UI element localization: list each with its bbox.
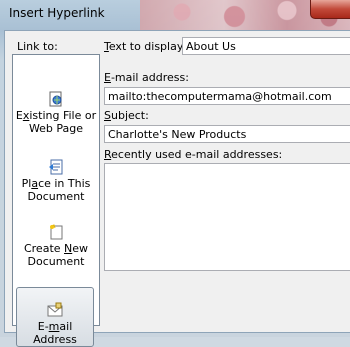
dialog-client-area: Link to: Existing File or Web Page Place… bbox=[4, 30, 350, 347]
email-icon bbox=[47, 302, 63, 318]
link-to-places-bar: Existing File or Web Page Place in This … bbox=[12, 54, 100, 347]
globe-file-icon bbox=[48, 91, 64, 107]
text-to-display-label: Text to display: bbox=[104, 40, 187, 53]
recent-emails-label: Recently used e-mail addresses: bbox=[104, 148, 283, 161]
subject-input[interactable]: Charlotte's New Products bbox=[104, 125, 350, 143]
text-to-display-input[interactable]: About Us bbox=[182, 37, 350, 55]
place-create-new-document[interactable]: Create New Document bbox=[14, 224, 98, 268]
place-email-address[interactable]: E-mail Address bbox=[16, 287, 94, 347]
link-to-label: Link to: bbox=[17, 40, 58, 53]
subject-label: Subject: bbox=[104, 109, 149, 122]
close-button[interactable] bbox=[310, 0, 350, 19]
place-in-this-document[interactable]: Place in This Document bbox=[14, 159, 98, 203]
recent-emails-list[interactable] bbox=[104, 163, 350, 271]
document-place-icon bbox=[48, 159, 64, 175]
email-address-input[interactable]: mailto:thecomputermama@hotmail.com bbox=[104, 87, 350, 105]
window-title: Insert Hyperlink bbox=[9, 6, 105, 20]
place-existing-file-or-web-page[interactable]: Existing File or Web Page bbox=[14, 91, 98, 135]
email-address-label: E-mail address: bbox=[104, 71, 189, 84]
new-document-icon bbox=[48, 224, 64, 240]
dialog-window: Insert Hyperlink Link to: Existing File … bbox=[0, 0, 350, 347]
